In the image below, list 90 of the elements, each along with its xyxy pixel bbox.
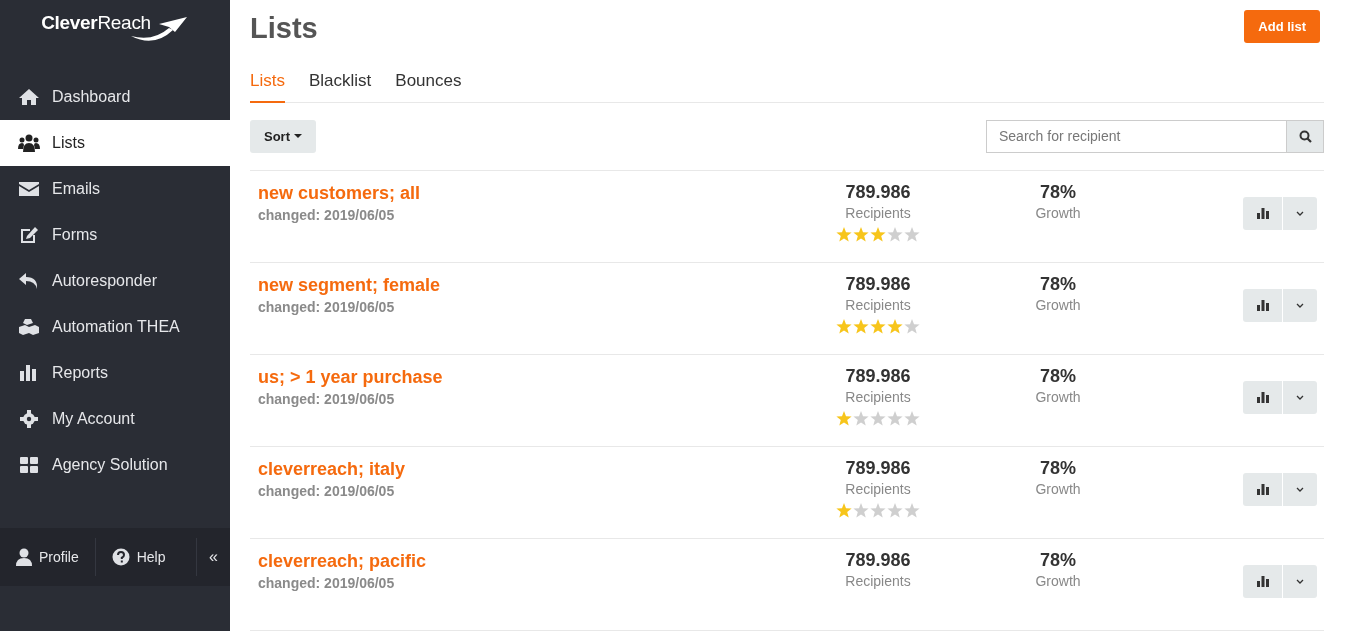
sort-button[interactable]: Sort [250, 119, 316, 153]
star-icon [887, 319, 903, 334]
recipients-label: Recipients [845, 297, 911, 313]
sidebar-item[interactable]: Forms [0, 212, 230, 258]
settings-icon [18, 409, 40, 429]
report-button[interactable] [1243, 381, 1282, 414]
bar-chart-icon [1256, 300, 1269, 311]
collapse-button[interactable]: « [196, 538, 230, 576]
changed-date: changed: 2019/06/05 [258, 391, 395, 407]
changed-date: changed: 2019/06/05 [258, 575, 395, 591]
changed-date: changed: 2019/06/05 [258, 207, 395, 223]
profile-button[interactable]: Profile [0, 538, 95, 576]
reply-icon [18, 271, 40, 291]
caret-icon [294, 134, 302, 139]
sidebar-item[interactable]: Agency Solution [0, 442, 230, 488]
logo-text: CleverReach [41, 12, 151, 34]
recipients-label: Recipients [845, 389, 911, 405]
sidebar-item[interactable]: Autoresponder [0, 258, 230, 304]
growth-value: 78% [1040, 458, 1076, 479]
chevron-down-icon [1296, 487, 1304, 492]
report-button[interactable] [1243, 289, 1282, 322]
recipients-count: 789.986 [845, 458, 911, 479]
star-icon [836, 411, 852, 426]
grid-icon [18, 455, 40, 475]
star-icon [836, 227, 852, 242]
star-icon [853, 503, 869, 518]
changed-date: changed: 2019/06/05 [258, 299, 395, 315]
chevron-down-icon [1296, 395, 1304, 400]
tab[interactable]: Blacklist [308, 58, 372, 103]
report-button[interactable] [1243, 565, 1282, 598]
sidebar-item[interactable]: Emails [0, 166, 230, 212]
search-button[interactable] [1286, 119, 1324, 153]
star-icon [887, 227, 903, 242]
recipients-count: 789.986 [845, 182, 911, 203]
growth-label: Growth [1035, 205, 1081, 221]
star-icon [836, 503, 852, 518]
sidebar-item[interactable]: Reports [0, 350, 230, 396]
bar-chart-icon [1256, 576, 1269, 587]
bar-chart-icon [1256, 208, 1269, 219]
envelope-icon [18, 179, 40, 199]
star-icon [887, 503, 903, 518]
growth-value: 78% [1040, 274, 1076, 295]
star-icon [904, 227, 920, 242]
chevron-down-icon [1296, 579, 1304, 584]
bar-chart-icon [1256, 392, 1269, 403]
star-icon [870, 227, 886, 242]
report-button[interactable] [1243, 197, 1282, 230]
home-icon [18, 87, 40, 107]
tab[interactable]: Bounces [395, 58, 462, 103]
star-icon [887, 411, 903, 426]
page-title: Lists [250, 12, 318, 45]
sidebar-item[interactable]: My Account [0, 396, 230, 442]
star-icon [904, 503, 920, 518]
recipients-label: Recipients [845, 573, 911, 589]
search-field[interactable]: Search for recipient [986, 119, 1286, 153]
edit-icon [18, 225, 40, 245]
recipients-label: Recipients [845, 205, 911, 221]
growth-label: Growth [1035, 573, 1081, 589]
star-icon [870, 319, 886, 334]
changed-date: changed: 2019/06/05 [258, 483, 395, 499]
sidebar-item[interactable]: Automation THEA [0, 304, 230, 350]
growth-value: 78% [1040, 182, 1076, 203]
star-icon [904, 411, 920, 426]
growth-label: Growth [1035, 389, 1081, 405]
help-button[interactable]: Help [94, 538, 182, 576]
chevron-down-icon [1296, 211, 1304, 216]
help-icon [111, 548, 130, 566]
bar-chart-icon [1256, 484, 1269, 495]
growth-label: Growth [1035, 297, 1081, 313]
star-icon [853, 411, 869, 426]
recipients-count: 789.986 [845, 274, 911, 295]
star-icon [870, 503, 886, 518]
star-icon [853, 319, 869, 334]
star-icon [904, 319, 920, 334]
growth-value: 78% [1040, 366, 1076, 387]
recipients-count: 789.986 [845, 366, 911, 387]
search-icon [1298, 129, 1312, 143]
sidebar-item[interactable]: Dashboard [0, 74, 230, 120]
recipients-label: Recipients [845, 481, 911, 497]
star-icon [836, 319, 852, 334]
growth-value: 78% [1040, 550, 1076, 571]
report-button[interactable] [1243, 473, 1282, 506]
chevron-down-icon [1296, 303, 1304, 308]
sidebar-item[interactable]: Lists [0, 120, 230, 166]
star-icon [870, 411, 886, 426]
growth-label: Growth [1035, 481, 1081, 497]
star-icon [853, 227, 869, 242]
people-icon [18, 133, 40, 153]
user-icon [16, 548, 32, 566]
recipients-count: 789.986 [845, 550, 911, 571]
